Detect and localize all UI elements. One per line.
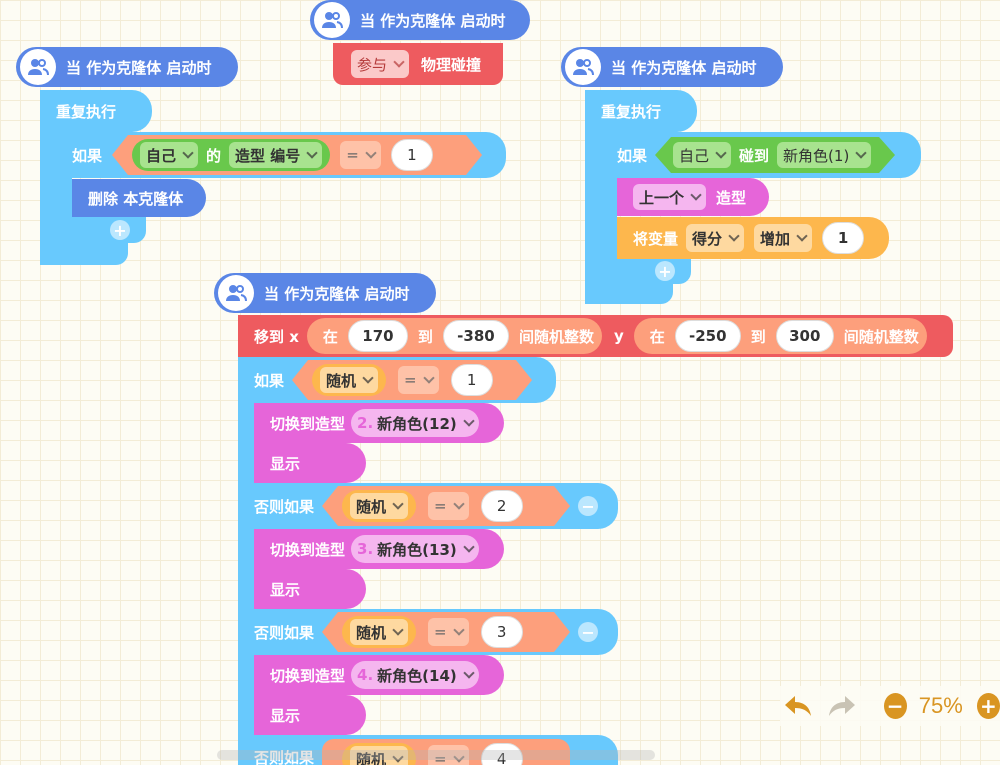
y-to-input[interactable]: 300 [775,320,834,352]
random-var-dropdown[interactable]: 随机 [350,493,408,519]
elif-label: 否则如果 [254,497,315,516]
if-chain-arm [238,357,254,765]
hat-label: 当 作为克隆体 启动时 [66,58,212,77]
if-c-foot [601,259,691,284]
clone-user-icon [314,2,350,38]
repeat-block[interactable]: 重复执行 [40,90,152,132]
of-label: 的 [206,146,222,165]
elif-label: 否则如果 [254,623,315,642]
clone-user-icon [218,275,254,311]
elif-block[interactable]: 否则如果 随机 = 2 − [238,483,618,529]
join-dropdown[interactable]: 参与 [351,50,410,78]
horizontal-scrollbar[interactable] [217,750,655,760]
add-branch-icon[interactable]: + [655,261,675,281]
costume-label: 造型 [716,188,747,207]
zoom-level: 75% [918,693,963,718]
if-block[interactable]: 如果 随机 = 1 [238,357,556,403]
costume-prev-block[interactable]: 上一个 造型 [617,178,769,216]
self-property-reporter[interactable]: 自己 的 造型 编号 [132,139,330,171]
if-label: 如果 [617,146,648,165]
clone-user-icon [20,49,56,85]
random-var-reporter[interactable]: 随机 [312,364,386,396]
equals-condition[interactable]: 随机 = 1 [292,360,532,400]
value-input[interactable]: 2 [481,490,523,522]
delete-clone-block[interactable]: 删除 本克隆体 [72,179,206,217]
switch-costume-block[interactable]: 切换到造型 3. 新角色(13) [254,529,504,569]
move-to-xy-block[interactable]: 移到 x 在 170 到 -380 间随机整数 y 在 -250 到 300 间… [238,315,953,357]
setvar-label: 将变量 [633,229,679,248]
change-value-input[interactable]: 1 [822,222,865,254]
operator-dropdown[interactable]: = [398,366,439,394]
equals-condition[interactable]: 随机 = 2 [322,486,570,526]
repeat-c-foot [40,243,128,265]
y-label: y [613,327,624,345]
if-label: 如果 [254,371,285,390]
hat-label: 当 作为克隆体 启动时 [264,284,410,303]
add-branch-icon[interactable]: + [110,220,130,240]
if-label: 如果 [72,146,103,165]
hat-clone-start-2[interactable]: 当 作为克隆体 启动时 [310,0,530,40]
repeat-block[interactable]: 重复执行 [585,90,697,132]
value-input[interactable]: 1 [451,364,493,396]
switch-costume-block[interactable]: 切换到造型 2. 新角色(12) [254,403,504,443]
variable-dropdown[interactable]: 得分 [686,224,745,252]
show-block[interactable]: 显示 [254,569,366,609]
equals-condition[interactable]: 自己 的 造型 编号 = 1 [112,135,482,175]
value-input[interactable]: 1 [391,139,433,171]
value-input[interactable]: 3 [481,616,523,648]
touch-label: 碰到 [739,146,770,165]
change-variable-block[interactable]: 将变量 得分 增加 1 [617,217,889,259]
physics-label: 物理碰撞 [421,55,482,74]
random-var-dropdown[interactable]: 随机 [320,367,378,393]
zoom-out-icon[interactable]: − [883,693,907,719]
remove-branch-icon[interactable]: − [578,496,599,516]
move-x-label: 移到 x [254,327,299,346]
repeat-c-foot [585,282,673,304]
prev-dropdown[interactable]: 上一个 [633,184,707,210]
clone-user-icon [565,49,601,85]
hat-clone-start-4[interactable]: 当 作为克隆体 启动时 [214,273,436,313]
hat-clone-start-3[interactable]: 当 作为克隆体 启动时 [561,47,783,87]
hat-label: 当 作为克隆体 启动时 [360,11,506,30]
if-c-foot [56,217,146,243]
random-y-reporter[interactable]: 在 -250 到 300 间随机整数 [633,318,927,354]
undo-icon[interactable] [780,686,816,726]
touch-condition[interactable]: 自己 碰到 新角色(1) [655,137,895,173]
self-dropdown[interactable]: 自己 [673,142,731,168]
operator-dropdown[interactable]: = [428,492,469,520]
redo-icon[interactable] [824,686,860,726]
switch-costume-block[interactable]: 切换到造型 4. 新角色(14) [254,655,504,695]
costume-dropdown[interactable]: 4. 新角色(14) [351,661,479,689]
costume-dropdown[interactable]: 3. 新角色(13) [351,535,479,563]
hat-label: 当 作为克隆体 启动时 [611,58,757,77]
if-block[interactable]: 如果 自己 的 造型 编号 = 1 [56,132,506,178]
equals-condition[interactable]: 随机 = 3 [322,612,570,652]
zoom-in-icon[interactable]: + [976,693,1000,719]
show-block[interactable]: 显示 [254,695,366,735]
show-block[interactable]: 显示 [254,443,366,483]
random-var-dropdown[interactable]: 随机 [350,619,408,645]
costume-no-dropdown[interactable]: 造型 编号 [229,142,322,168]
random-x-reporter[interactable]: 在 170 到 -380 间随机整数 [306,318,602,354]
random-var-reporter[interactable]: 随机 [342,616,416,648]
operator-dropdown[interactable]: = [340,141,381,169]
x-from-input[interactable]: 170 [347,320,408,352]
self-dropdown[interactable]: 自己 [140,142,198,168]
x-to-input[interactable]: -380 [442,320,509,352]
physics-block[interactable]: 参与 物理碰撞 [333,43,503,85]
change-op-dropdown[interactable]: 增加 [754,224,813,252]
y-from-input[interactable]: -250 [674,320,741,352]
costume-dropdown[interactable]: 2. 新角色(12) [351,409,479,437]
random-var-reporter[interactable]: 随机 [342,490,416,522]
hat-clone-start-1[interactable]: 当 作为克隆体 启动时 [16,47,238,87]
if-block[interactable]: 如果 自己 碰到 新角色(1) [601,132,921,178]
operator-dropdown[interactable]: = [428,618,469,646]
remove-branch-icon[interactable]: − [578,622,599,642]
touch-target-dropdown[interactable]: 新角色(1) [777,142,871,168]
elif-block[interactable]: 否则如果 随机 = 3 − [238,609,618,655]
canvas-toolbar: − 75% + [780,686,1000,726]
